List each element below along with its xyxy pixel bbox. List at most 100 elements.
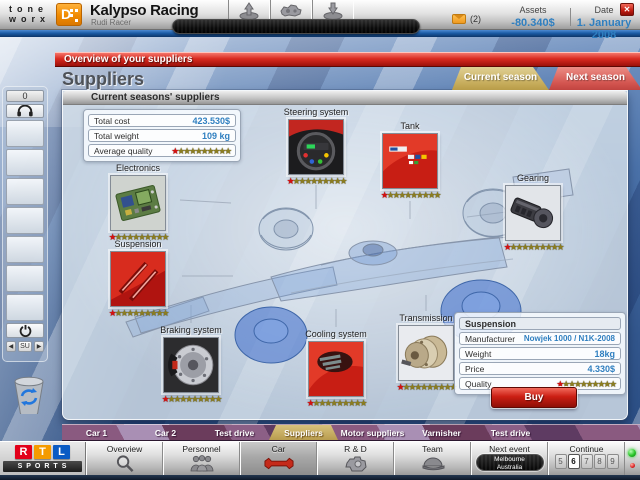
toolbar-continue-button[interactable]: Continue 5 6 7 8 9 xyxy=(548,442,625,475)
circuit-board-icon xyxy=(111,176,165,230)
inventory-slot-7[interactable] xyxy=(6,294,44,321)
toolbar-overview-button[interactable]: Overview xyxy=(86,442,163,475)
inventory-counter: 0 xyxy=(6,90,44,102)
supplier-name: Tank xyxy=(400,121,420,131)
toolbar-team-button[interactable]: Team xyxy=(394,442,471,475)
steering-system-image[interactable] xyxy=(288,119,344,175)
detail-title-row: Suspension xyxy=(459,317,621,330)
supplier-rating-stars: ★★★★★★★★★★ xyxy=(286,176,348,186)
suspension-image[interactable] xyxy=(110,251,166,307)
trash-button[interactable] xyxy=(12,376,46,419)
magnifier-icon xyxy=(116,455,133,472)
supplier-item-cooling-system[interactable]: Cooling system ★★★★★★★★★★ xyxy=(294,329,378,408)
inventory-slot-1[interactable] xyxy=(6,120,44,147)
subtab-suppliers[interactable]: Suppliers xyxy=(269,425,338,440)
toolbar-next-event-button[interactable]: Next event Melbourne Australia xyxy=(471,442,548,475)
calendar-day[interactable]: 7 xyxy=(580,454,593,469)
detail-title: Suspension xyxy=(465,318,517,329)
toolbar-next-event-label: Next event xyxy=(489,444,530,454)
sidebar-pager: ◀ SU ▶ xyxy=(6,341,44,352)
wrench-icon xyxy=(263,457,294,470)
toolbar-personnel-button[interactable]: Personnel xyxy=(163,442,240,475)
inventory-slot-5[interactable] xyxy=(6,236,44,263)
gearbox-icon xyxy=(506,186,560,240)
supplier-item-suspension[interactable]: Suspension ★★★★★★★★★★ xyxy=(96,239,180,318)
supplier-name: Electronics xyxy=(115,163,160,173)
toolbar-car-button[interactable]: Car xyxy=(240,442,317,475)
mail-icon[interactable] xyxy=(452,14,466,24)
supplier-rating-stars: ★★★★★★★★★★ xyxy=(380,190,442,200)
average-quality-label: Average quality xyxy=(94,145,153,156)
toolbar-rd-label: R & D xyxy=(344,444,367,454)
subtab-test-drive-2[interactable]: Test drive xyxy=(476,425,545,440)
green-light-icon xyxy=(628,449,636,457)
tab-next-season[interactable]: Next season xyxy=(549,67,640,90)
calendar-day-active[interactable]: 6 xyxy=(567,454,580,469)
weight-row: Weight 18kg xyxy=(459,347,621,360)
quality-label: Quality xyxy=(465,378,492,389)
supplier-name: Steering system xyxy=(283,107,349,117)
price-row: Price 4.330$ xyxy=(459,362,621,375)
car-subtabs-bar: Car 1 Car 2 Test drive Suppliers Motor s… xyxy=(62,424,640,441)
supplier-name: Braking system xyxy=(160,325,222,335)
supplier-item-steering-system[interactable]: Steering system ★★★★★★★★★★ xyxy=(274,107,358,186)
pager-prev-button[interactable]: ◀ xyxy=(6,341,16,352)
inventory-slot-6[interactable] xyxy=(6,265,44,292)
tab-current-season[interactable]: Current season xyxy=(452,67,549,90)
power-button[interactable] xyxy=(6,323,44,338)
audio-button[interactable] xyxy=(6,104,44,118)
gearing-image[interactable] xyxy=(505,185,561,241)
calendar-day[interactable]: 5 xyxy=(554,454,567,469)
pager-next-button[interactable]: ▶ xyxy=(34,341,44,352)
toolbar-car-label: Car xyxy=(271,444,286,454)
player-name: Rudi Racer xyxy=(91,18,132,27)
subtab-test-drive-1[interactable]: Test drive xyxy=(200,425,269,440)
headphones-icon xyxy=(17,105,33,117)
toolbar-rd-button[interactable]: R & D xyxy=(317,442,394,475)
tank-image[interactable] xyxy=(382,133,438,189)
supplier-item-tank[interactable]: Tank ★★★★★★★★★★ xyxy=(368,121,452,200)
rtl-letter-t: T xyxy=(34,445,51,459)
braking-system-image[interactable] xyxy=(163,337,219,393)
game-screen: tone worx D Kalypso Racing Rudi Racer (2… xyxy=(0,0,640,480)
buy-button[interactable]: Buy xyxy=(491,387,577,408)
trash-bin-icon xyxy=(14,376,44,419)
next-event-country: Australia xyxy=(496,464,523,471)
arrow-down-pedestal-icon xyxy=(323,2,343,20)
electronics-image[interactable] xyxy=(110,175,166,231)
supplier-item-braking-system[interactable]: Braking system ★★★★★★★★★★ xyxy=(149,325,233,404)
inventory-slot-2[interactable] xyxy=(6,149,44,176)
calendar-day[interactable]: 9 xyxy=(606,454,619,469)
radiator-intake-icon xyxy=(309,342,363,396)
car-part-icon xyxy=(280,4,302,17)
suppliers-panel: Current seasons' suppliers Total cost 42… xyxy=(62,90,628,420)
cooling-system-image[interactable] xyxy=(308,341,364,397)
rtl-letters: R T L xyxy=(0,442,85,459)
subtab-car-2[interactable]: Car 2 xyxy=(131,425,200,440)
cap-icon xyxy=(422,457,444,470)
page-title: Suppliers xyxy=(62,69,145,89)
bottom-edge-strip xyxy=(0,475,640,480)
close-button[interactable]: ✕ xyxy=(620,3,634,16)
total-weight-row: Total weight 109 kg xyxy=(88,129,236,142)
supplier-item-electronics[interactable]: Electronics ★★★★★★★★★★ xyxy=(96,163,180,242)
weight-label: Weight xyxy=(465,348,492,359)
engine-icon xyxy=(344,456,367,471)
supplier-item-gearing[interactable]: Gearing ★★★★★★★★★★ xyxy=(491,173,575,252)
inventory-slot-3[interactable] xyxy=(6,178,44,205)
subtab-motor-suppliers[interactable]: Motor suppliers xyxy=(338,425,407,440)
manufacturer-row: Manufacturer Nowjek 1000 / N1K-2008 xyxy=(459,332,621,345)
clutch-icon xyxy=(399,326,453,380)
toolbar-overview-label: Overview xyxy=(106,444,143,454)
supplier-rating-stars: ★★★★★★★★★★ xyxy=(108,308,170,318)
calendar-day[interactable]: 8 xyxy=(593,454,606,469)
brake-disc-icon xyxy=(164,338,218,392)
panel-header: Current seasons' suppliers xyxy=(63,91,627,105)
inventory-slot-4[interactable] xyxy=(6,207,44,234)
subtab-car-1[interactable]: Car 1 xyxy=(62,425,131,440)
toolbar-continue-label: Continue xyxy=(569,444,604,454)
toolbar-personnel-label: Personnel xyxy=(182,444,221,454)
studio-logo-line1: tone xyxy=(9,4,48,14)
transmission-image[interactable] xyxy=(398,325,454,381)
subtab-varnisher[interactable]: Varnisher xyxy=(407,425,476,440)
